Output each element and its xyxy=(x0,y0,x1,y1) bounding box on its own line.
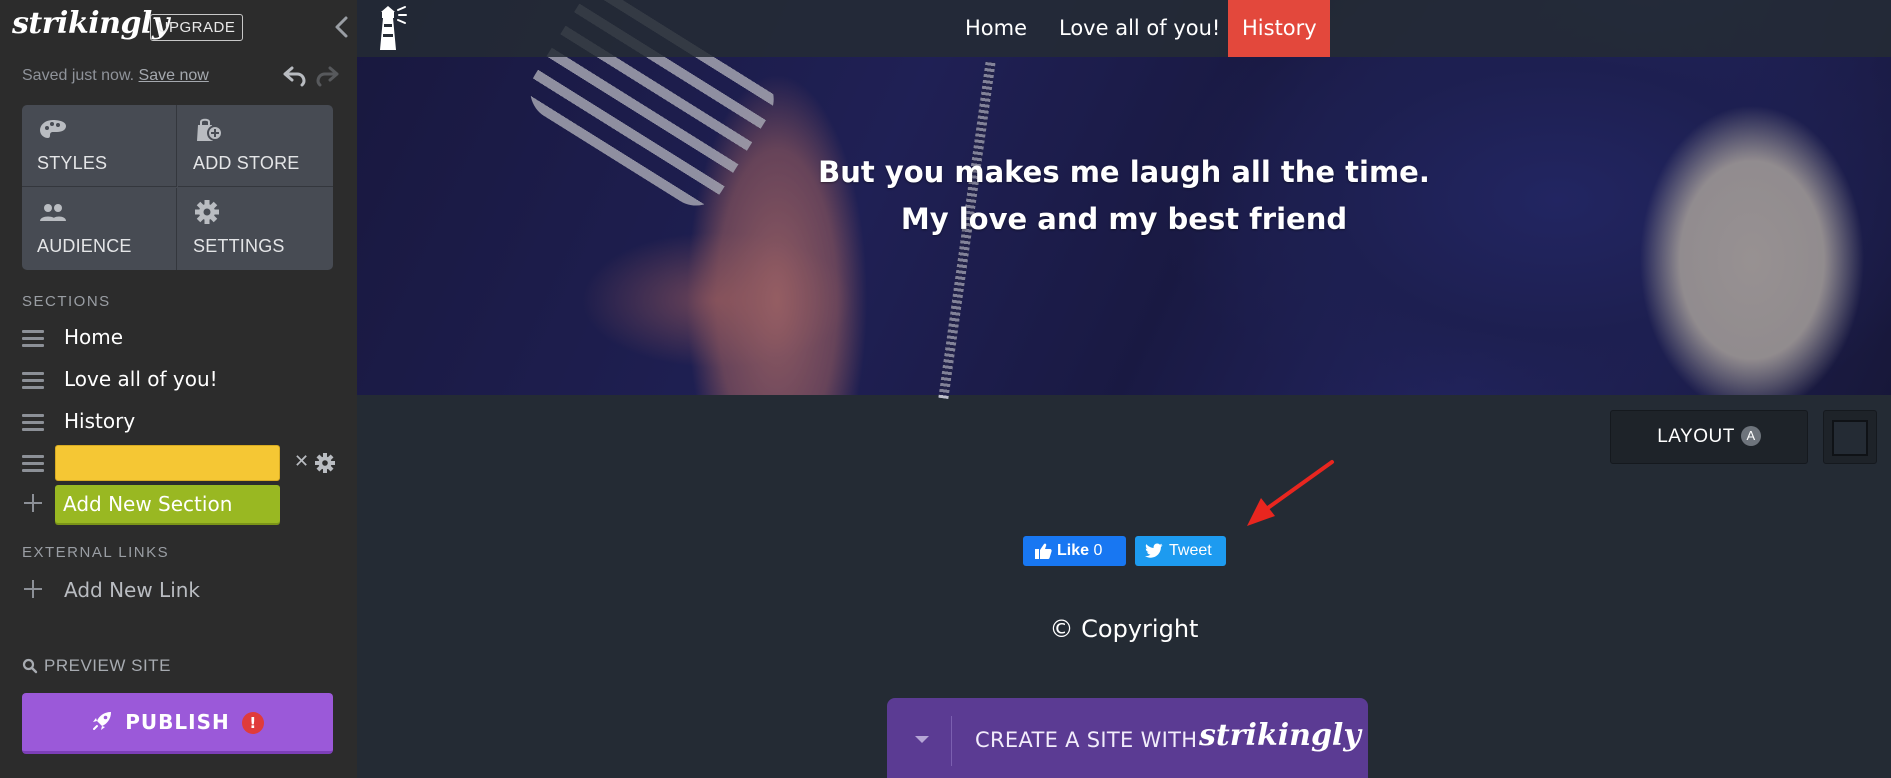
section-options-button[interactable] xyxy=(1823,410,1877,464)
save-status: Saved just now. Save now xyxy=(22,67,209,85)
sections-heading: SECTIONS xyxy=(22,293,111,310)
undo-icon[interactable] xyxy=(282,65,308,87)
audience-label: AUDIENCE xyxy=(37,236,132,256)
nav-item-history[interactable]: History xyxy=(1228,0,1330,57)
section-label: Home xyxy=(64,325,124,349)
drag-handle-icon[interactable] xyxy=(22,455,44,473)
nav-item-home[interactable]: Home xyxy=(951,0,1041,57)
drag-handle-icon[interactable] xyxy=(22,330,44,348)
plus-icon xyxy=(22,578,44,600)
section-label: Love all of you! xyxy=(64,367,218,391)
facebook-like-label: Like xyxy=(1057,542,1090,559)
annotation-arrow xyxy=(1247,460,1334,526)
layout-label: LAYOUT xyxy=(1657,426,1735,447)
drag-handle-icon[interactable] xyxy=(22,372,44,390)
facebook-like-button[interactable]: Like 0 xyxy=(1023,536,1126,566)
rocket-icon xyxy=(93,712,112,730)
add-new-link-button[interactable]: Add New Link xyxy=(64,578,200,602)
drag-handle-icon[interactable] xyxy=(22,414,44,432)
gear-icon xyxy=(195,200,219,224)
thumbs-up-icon xyxy=(1035,543,1052,559)
create-site-text: CREATE A SITE WITH xyxy=(975,728,1198,752)
section-item-home[interactable]: Home xyxy=(22,320,342,356)
square-icon xyxy=(1832,420,1868,456)
facebook-like-count: 0 xyxy=(1093,542,1103,559)
preview-site-label: PREVIEW SITE xyxy=(44,656,171,675)
redo-icon[interactable] xyxy=(314,65,340,87)
copyright-text[interactable]: © Copyright xyxy=(357,615,1891,643)
styles-button[interactable]: STYLES xyxy=(22,105,177,187)
section-item-love[interactable]: Love all of you! xyxy=(22,362,342,398)
saved-text: Saved just now. xyxy=(22,67,135,84)
add-store-label: ADD STORE xyxy=(193,153,300,173)
section-item-history[interactable]: History xyxy=(22,404,342,440)
editor-sidebar: strikingly UPGRADE Saved just now. Save … xyxy=(0,0,357,778)
hero-headline-line-1[interactable]: But you makes me laugh all the time. xyxy=(357,155,1891,189)
alert-badge: ! xyxy=(241,712,264,734)
tweet-label: Tweet xyxy=(1169,542,1212,559)
audience-button[interactable]: AUDIENCE xyxy=(22,188,177,270)
palette-icon xyxy=(40,120,66,138)
settings-button[interactable]: SETTINGS xyxy=(178,188,333,270)
add-store-button[interactable]: ADD STORE xyxy=(178,105,333,187)
new-section-name-input[interactable] xyxy=(55,445,280,481)
hero-overlay xyxy=(357,0,1891,395)
collapse-sidebar-icon[interactable] xyxy=(330,14,354,40)
section-label: History xyxy=(64,409,136,433)
layout-button[interactable]: LAYOUT A xyxy=(1610,410,1808,464)
audience-icon xyxy=(40,204,66,221)
store-bag-icon xyxy=(197,118,223,141)
styles-label: STYLES xyxy=(37,153,108,173)
save-now-link[interactable]: Save now xyxy=(139,67,209,84)
settings-label: SETTINGS xyxy=(193,236,285,256)
caret-down-icon[interactable] xyxy=(915,736,929,743)
strikingly-brand-logo: strikingly xyxy=(1199,718,1361,753)
layout-badge: A xyxy=(1740,426,1761,446)
tweet-button[interactable]: Tweet xyxy=(1135,536,1226,566)
site-preview: But you makes me laugh all the time. My … xyxy=(357,0,1891,778)
site-navbar: Home Love all of you! History xyxy=(357,0,1891,57)
plus-icon xyxy=(22,492,44,514)
create-site-banner[interactable]: CREATE A SITE WITH strikingly xyxy=(887,698,1368,778)
hero-headline-line-2[interactable]: My love and my best friend xyxy=(357,202,1891,236)
search-icon xyxy=(22,658,38,674)
section-item-new[interactable] xyxy=(22,445,52,481)
editor-tiles: STYLES ADD STORE AUDIENCE SETTINGS xyxy=(22,105,333,270)
preview-site-link[interactable]: PREVIEW SITE xyxy=(22,656,171,676)
upgrade-button[interactable]: UPGRADE xyxy=(150,14,243,41)
strikingly-logo[interactable]: strikingly xyxy=(12,6,169,41)
nav-item-love-all-of-you[interactable]: Love all of you! xyxy=(1045,0,1234,57)
close-icon[interactable]: ✕ xyxy=(294,451,309,472)
add-new-section-button[interactable]: Add New Section xyxy=(55,485,280,523)
twitter-bird-icon xyxy=(1145,543,1163,558)
banner-divider xyxy=(951,716,952,766)
section-settings-gear-icon[interactable] xyxy=(314,452,336,474)
external-links-heading: EXTERNAL LINKS xyxy=(22,544,170,561)
publish-button[interactable]: PUBLISH! xyxy=(22,693,333,754)
publish-label: PUBLISH xyxy=(125,710,230,734)
lighthouse-logo-icon[interactable] xyxy=(371,4,407,52)
hero-section[interactable]: But you makes me laugh all the time. My … xyxy=(357,0,1891,400)
